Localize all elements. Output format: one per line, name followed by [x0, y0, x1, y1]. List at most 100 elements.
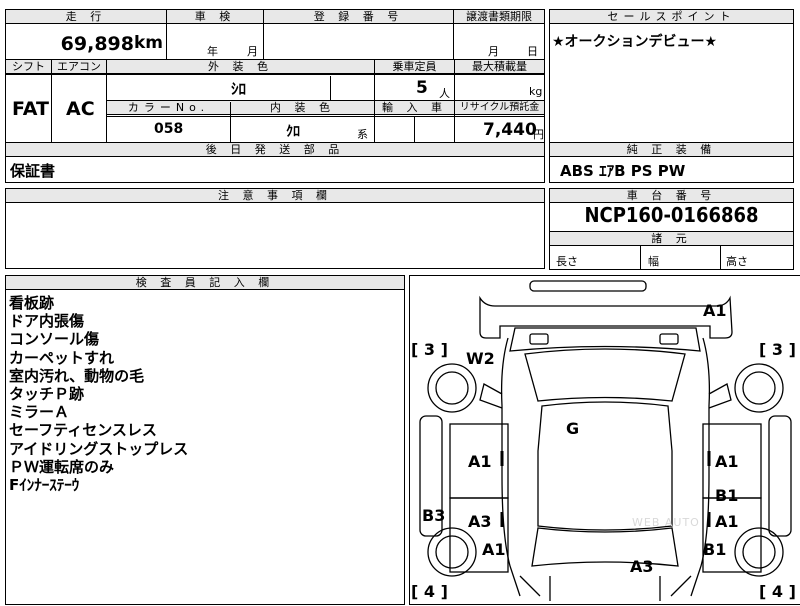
inspection-year-unit: 年 [207, 45, 218, 58]
mark-rear: A3 [630, 557, 654, 576]
note-line: ミラーＡ [9, 403, 70, 422]
mileage-value: 69,898 [60, 33, 134, 55]
grille [529, 333, 549, 345]
maxload-unit: kg [529, 85, 543, 98]
inspector-cell: 検 査 員 記 入 欄 看板跡 ドア内張傷 コンソール傷 カーペットすれ 室内汚… [5, 275, 405, 605]
registration-label: 登 録 番 号 [264, 10, 453, 24]
interior-value: ｸﾛ [286, 124, 300, 140]
capacity-unit: 人 [439, 87, 450, 100]
transfer-day-unit: 日 [527, 45, 538, 58]
chassis-value: NCP160-0166868 [584, 203, 759, 227]
car-diagram-panel: [ 3 ] [ 3 ] [ 4 ] [ 4 ] A1 W2 G A1 A1 B1… [409, 275, 800, 605]
colorno-label: カラーNo. [107, 101, 230, 115]
shift-label: シフト [6, 60, 51, 74]
later-parts-label: 後 日 発 送 部 品 [6, 143, 544, 157]
chassis-label: 車 台 番 号 [550, 189, 793, 203]
mark-rear-right-door-a: B1 [715, 486, 739, 505]
mark-front-left-door: A1 [468, 452, 492, 471]
bracket-right-top: [ 3 ] [759, 340, 796, 359]
mileage-unit: km [133, 33, 163, 53]
recycle-unit: 円 [533, 128, 544, 141]
caution-cell: 注 意 事 項 欄 [5, 188, 545, 269]
bracket-left-top: [ 3 ] [411, 340, 448, 359]
ac-value: AC [66, 98, 95, 120]
right-sill [768, 415, 792, 537]
note-line: 室内汚れ、動物の毛 [9, 366, 145, 385]
rear-lower [549, 576, 661, 601]
windshield-shape [524, 348, 686, 402]
recycle-value: 7,440 [483, 120, 537, 140]
front-left-wheel-hub [435, 371, 469, 405]
sales-point-label: セールスポイント [550, 10, 793, 24]
exterior-label: 外 装 色 [107, 60, 374, 74]
spec-block: シフト エアコン 外 装 色 乗車定員 最大積載量 カラーNo. 内 装 色 輸… [5, 59, 545, 143]
inspection-cell: 車 検 年 月 [166, 9, 264, 60]
note-line: カーペットすれ [9, 348, 115, 367]
rear-right-wheel-hub [742, 535, 776, 569]
recycle-label: リサイクル預託金 [455, 101, 544, 115]
watermark: WEB AUTO [632, 516, 700, 529]
roof [537, 401, 673, 531]
inspection-month-unit: 月 [247, 45, 258, 58]
sales-point-cell: セールスポイント ★オークションデビュー★ [549, 9, 794, 143]
note-line: タッチＰ跡 [9, 385, 85, 404]
right-mirror [708, 383, 732, 409]
front-right-wheel [734, 363, 784, 413]
mark-windshield: W2 [466, 349, 495, 368]
grille [659, 333, 679, 345]
mark-rear-left-door: A3 [468, 512, 492, 531]
mark-front-right-door: A1 [715, 452, 739, 471]
note-line: 看板跡 [9, 294, 55, 312]
sales-point-text: ★オークションデビュー★ [552, 34, 718, 50]
note-line: コンソール傷 [9, 330, 100, 349]
mark-rear-left-fender: A1 [482, 540, 506, 559]
note-line: Fｲﾝﾅｰｽﾃｰｳ [9, 476, 80, 495]
later-parts-cell: 後 日 発 送 部 品 保証書 [5, 142, 545, 183]
equipment-cell: 純 正 装 備 ABS ｴｱB PS PW [549, 142, 794, 183]
transfer-month-unit: 月 [488, 45, 499, 58]
equipment-label: 純 正 装 備 [550, 143, 793, 157]
colorno-value: 058 [154, 121, 184, 137]
front-bumper [479, 295, 733, 339]
ac-label: エアコン [52, 60, 106, 74]
caution-label: 注 意 事 項 欄 [6, 189, 544, 203]
note-line: セーフティセンスレス [9, 421, 157, 440]
maxload-label: 最大積載量 [455, 60, 544, 74]
note-line: ドア内張傷 [9, 312, 85, 331]
height-label: 高さ [726, 255, 748, 268]
note-line: ＰＷ運転席のみ [9, 457, 115, 476]
left-mirror [479, 383, 503, 409]
equipment-value: ABS ｴｱB PS PW [560, 162, 686, 180]
rear-body [519, 575, 692, 597]
mark-roof: G [566, 419, 580, 438]
exterior-value: ｼﾛ [231, 80, 247, 98]
rear-left-wheel-hub [435, 535, 469, 569]
mileage-label: 走 行 [6, 10, 166, 24]
chassis-cell: 車 台 番 号 NCP160-0166868 諸 元 長さ 幅 高さ [549, 188, 794, 270]
right-rear-door [702, 497, 762, 573]
dims-label: 諸 元 [550, 232, 793, 246]
width-label: 幅 [648, 255, 659, 268]
transfer-label: 譲渡書類期限 [454, 10, 544, 24]
rear-right-wheel [734, 527, 784, 577]
left-rear-door [449, 497, 509, 573]
mark-left-sill: B3 [422, 506, 446, 525]
inspection-label: 車 検 [167, 10, 263, 24]
front-left-wheel [427, 363, 477, 413]
inspector-notes: 看板跡 ドア内張傷 コンソール傷 カーペットすれ 室内汚れ、動物の毛 タッチＰ跡… [9, 294, 188, 494]
car-outline-diagram [419, 280, 792, 601]
mark-front-bumper: A1 [703, 301, 727, 320]
rear-window [531, 527, 679, 567]
import-label: 輸 入 車 [375, 101, 454, 115]
interior-suffix: 系 [357, 128, 368, 141]
mark-rear-right-fender: B1 [703, 540, 727, 559]
inspector-label: 検 査 員 記 入 欄 [6, 276, 404, 290]
note-line: アイドリングストップレス [9, 439, 189, 458]
mileage-cell: 走 行 69,898 km [5, 9, 167, 60]
length-label: 長さ [556, 255, 578, 268]
hood [509, 327, 701, 352]
later-parts-value: 保証書 [10, 162, 56, 180]
bracket-right-bottom: [ 4 ] [759, 582, 796, 601]
mark-rear-right-door-b: A1 [715, 512, 739, 531]
front-bumper-bar [529, 280, 647, 292]
